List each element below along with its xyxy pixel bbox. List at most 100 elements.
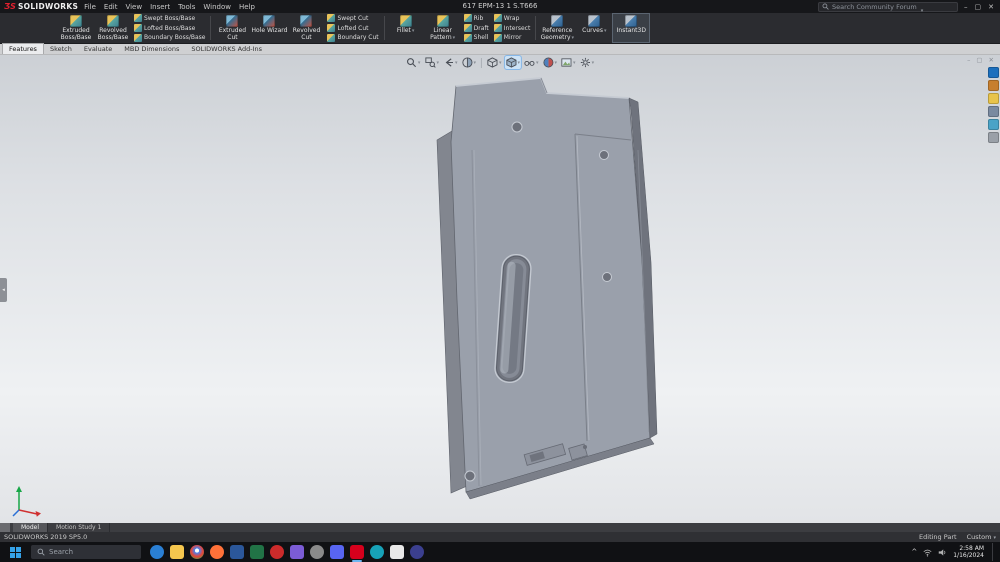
settings-app-icon[interactable] (310, 545, 324, 559)
tab-sketch[interactable]: Sketch (44, 44, 78, 54)
menu-view[interactable]: View (125, 3, 142, 11)
intersect-button[interactable]: Intersect (492, 24, 533, 33)
hide-show-items-icon[interactable] (523, 56, 540, 69)
swept-boss-base-button[interactable]: Swept Boss/Base (132, 14, 207, 23)
design-library-icon[interactable] (988, 80, 999, 91)
notes-app-icon[interactable] (390, 545, 404, 559)
community-search[interactable]: Search Community Forum (818, 2, 958, 12)
hole-wizard-button[interactable]: Hole Wizard (251, 14, 287, 42)
taskbar-search[interactable]: Search (31, 545, 141, 559)
menu-help[interactable]: Help (239, 3, 255, 11)
part-model[interactable] (0, 55, 1000, 523)
chrome-app-icon[interactable] (190, 545, 204, 559)
apply-scene-icon[interactable] (560, 56, 577, 69)
revolved-cut-button[interactable]: Revolved Cut (288, 14, 324, 42)
revolved-boss-base-button[interactable]: Revolved Boss/Base (95, 14, 131, 42)
button-label: Reference Geometry (539, 28, 575, 41)
fillet-button[interactable]: Fillet (388, 14, 424, 42)
start-button[interactable] (4, 543, 26, 561)
draft-button[interactable]: Draft (462, 24, 491, 33)
date-label: 1/16/2024 (953, 552, 984, 560)
file-explorer-icon[interactable] (988, 93, 999, 104)
swept-cut-button[interactable]: Swept Cut (325, 14, 380, 23)
menu-file[interactable]: File (84, 3, 96, 11)
rib-button[interactable]: Rib (462, 14, 491, 23)
shell-button[interactable]: Shell (462, 33, 491, 42)
solidworks-logo[interactable]: ƷS SOLIDWORKS (4, 2, 78, 11)
button-label: Hole Wizard (252, 28, 288, 35)
menu-window[interactable]: Window (203, 3, 231, 11)
excel-app-icon[interactable] (250, 545, 264, 559)
zoom-to-area-icon[interactable] (423, 56, 440, 69)
notification-center-button[interactable] (992, 543, 996, 561)
browser-app-icon[interactable] (150, 545, 164, 559)
tab-evaluate[interactable]: Evaluate (78, 44, 118, 54)
menu-tools[interactable]: Tools (178, 3, 195, 11)
linear-pattern-button[interactable]: Linear Pattern (425, 14, 461, 42)
instant3d-button[interactable]: Instant3D (613, 14, 649, 42)
tray-chevron-icon[interactable]: ^ (911, 548, 917, 556)
solidworks-app-icon[interactable] (350, 545, 364, 559)
lofted-boss-icon (134, 24, 142, 32)
discord-app-icon[interactable] (330, 545, 344, 559)
pane-splitter-handle[interactable] (0, 523, 10, 532)
doc-close-button[interactable]: ✕ (989, 56, 994, 64)
graphics-viewport[interactable]: – ▢ ✕ ◂ (0, 55, 1000, 523)
wrap-button[interactable]: Wrap (492, 14, 533, 23)
solidworks-resources-icon[interactable] (988, 67, 999, 78)
menu-insert[interactable]: Insert (150, 3, 170, 11)
status-bar: SOLIDWORKS 2019 SP5.0 Editing Part Custo… (0, 532, 1000, 542)
word-app-icon[interactable] (230, 545, 244, 559)
lofted-boss-base-button[interactable]: Lofted Boss/Base (132, 24, 207, 33)
menu-bar: File Edit View Insert Tools Window Help (84, 3, 255, 11)
volume-icon[interactable] (938, 548, 947, 557)
store-app-icon[interactable] (290, 545, 304, 559)
orientation-triad (10, 485, 42, 519)
boundary-cut-button[interactable]: Boundary Cut (325, 33, 380, 42)
extruded-cut-button[interactable]: Extruded Cut (214, 14, 250, 42)
maximize-button[interactable]: ▢ (975, 3, 982, 11)
menu-edit[interactable]: Edit (104, 3, 118, 11)
tab-motion-study-1[interactable]: Motion Study 1 (48, 523, 110, 532)
view-settings-icon[interactable] (579, 56, 596, 69)
game-app-icon[interactable] (410, 545, 424, 559)
lofted-cut-button[interactable]: Lofted Cut (325, 24, 380, 33)
doc-minimize-button[interactable]: – (967, 56, 970, 64)
extruded-boss-base-button[interactable]: Extruded Boss/Base (58, 14, 94, 42)
tab-solidworks-add-ins[interactable]: SOLIDWORKS Add-Ins (185, 44, 268, 54)
minimize-button[interactable]: – (964, 3, 968, 11)
reference-geometry-button[interactable]: Reference Geometry (539, 14, 575, 42)
section-view-icon[interactable] (460, 56, 477, 69)
edit-appearance-icon[interactable] (542, 56, 559, 69)
boundary-boss-base-button[interactable]: Boundary Boss/Base (132, 33, 207, 42)
tab-model[interactable]: Model (13, 523, 48, 532)
units-selector[interactable]: Custom (967, 533, 996, 541)
previous-view-icon[interactable] (442, 56, 459, 69)
tab-mbd-dimensions[interactable]: MBD Dimensions (118, 44, 185, 54)
mirror-button[interactable]: Mirror (492, 33, 533, 42)
ribbon-group-cut: Extruded Cut Hole Wizard Revolved Cut Sw… (214, 14, 380, 42)
network-icon[interactable] (923, 548, 932, 557)
view-orientation-icon[interactable] (486, 56, 503, 69)
tab-features[interactable]: Features (2, 43, 44, 54)
appearances-icon[interactable] (988, 119, 999, 130)
lofted-cut-icon (327, 24, 335, 32)
display-style-icon[interactable] (505, 56, 522, 69)
media-app-icon[interactable] (270, 545, 284, 559)
search-placeholder: Search (49, 548, 73, 556)
draft-icon (464, 24, 472, 32)
zoom-to-fit-icon[interactable] (405, 56, 422, 69)
shell-icon (464, 34, 472, 42)
file-explorer-app-icon[interactable] (170, 545, 184, 559)
featuremanager-collapse-tab[interactable]: ◂ (0, 278, 7, 302)
doc-restore-button[interactable]: ▢ (976, 56, 982, 64)
taskbar-clock[interactable]: 2:58 AM 1/16/2024 (953, 545, 984, 560)
messaging-app-icon[interactable] (370, 545, 384, 559)
search-scope-dropdown-icon[interactable] (920, 0, 924, 16)
close-button[interactable]: ✕ (988, 3, 994, 11)
search-icon (822, 3, 829, 10)
firefox-app-icon[interactable] (210, 545, 224, 559)
view-palette-icon[interactable] (988, 106, 999, 117)
custom-properties-icon[interactable] (988, 132, 999, 143)
curves-button[interactable]: Curves (576, 14, 612, 42)
